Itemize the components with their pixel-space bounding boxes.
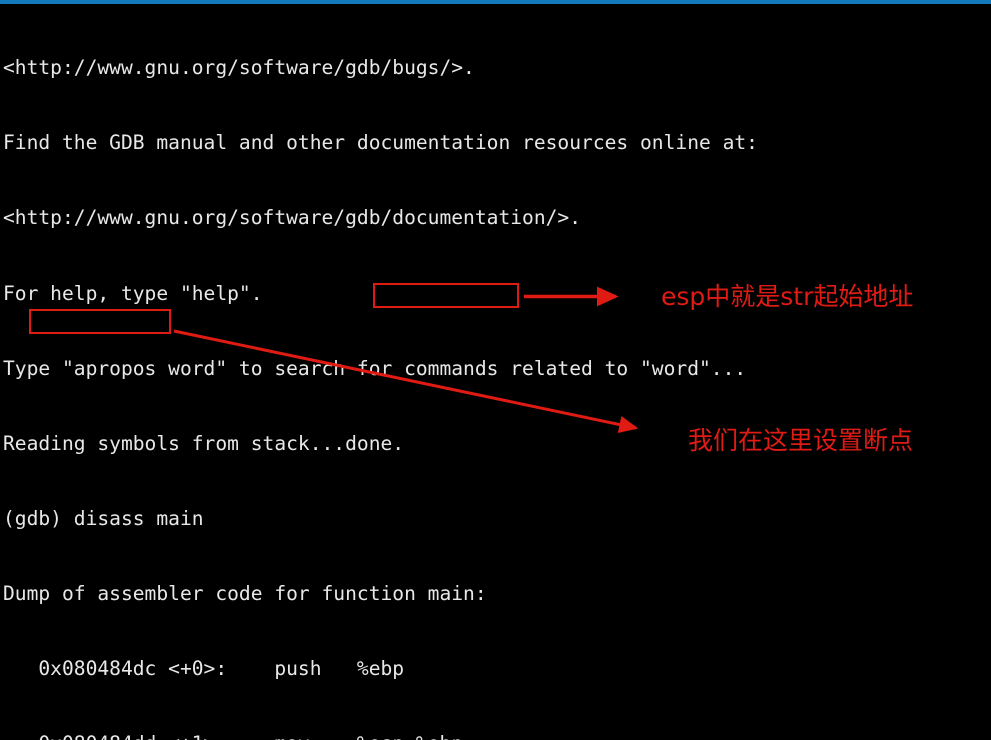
disasm-row: 0x080484dc <+0>: push %ebp (3, 657, 405, 681)
terminal-output: <http://www.gnu.org/software/gdb/bugs/>.… (0, 5, 991, 740)
annotation-esp-label: esp中就是str起始地址 (661, 282, 914, 311)
highlight-box-stack-size (373, 283, 519, 308)
terminal-line: Dump of assembler code for function main… (3, 582, 487, 606)
annotation-breakpoint-label: 我们在这里设置断点 (688, 426, 914, 455)
disasm-row: 0x080484dd <+1>: mov %esp,%ebp (0, 731, 991, 740)
window-top-bar (0, 0, 991, 4)
terminal-line-prompt: (gdb) disass main (3, 506, 204, 530)
terminal-line: Type "apropos word" to search for comman… (3, 356, 747, 380)
highlight-box-breakpoint-address (29, 309, 171, 334)
terminal-line: <http://www.gnu.org/software/gdb/documen… (3, 206, 582, 230)
terminal-window: <http://www.gnu.org/software/gdb/bugs/>.… (0, 0, 991, 740)
terminal-line: <http://www.gnu.org/software/gdb/bugs/>. (3, 56, 475, 80)
terminal-line: Find the GDB manual and other documentat… (3, 131, 758, 155)
